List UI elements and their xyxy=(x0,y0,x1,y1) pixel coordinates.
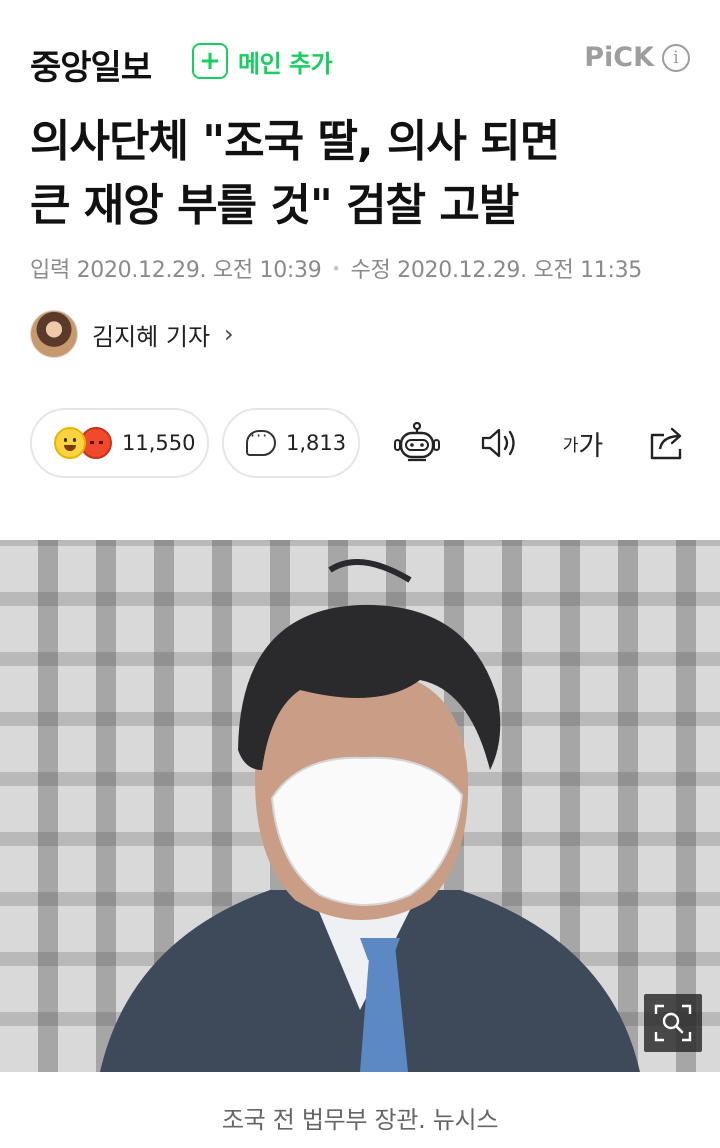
top-bar: 중앙일보 + 메인 추가 PiCK i xyxy=(0,0,720,110)
input-label: 입력 xyxy=(30,258,70,283)
font-size-small: 가 xyxy=(562,435,579,456)
reporter-avatar xyxy=(30,310,78,358)
add-main-label: 메인 추가 xyxy=(238,49,333,78)
input-date: 2020.12.29. 오전 10:39 xyxy=(76,258,322,283)
comment-button[interactable]: 1,813 xyxy=(222,408,360,478)
article-title-line-2: 큰 재앙 부를 것" 검찰 고발 xyxy=(30,180,519,231)
info-icon[interactable]: i xyxy=(662,43,690,72)
zoom-icon xyxy=(654,1004,692,1042)
comment-icon xyxy=(246,426,276,456)
zoom-button[interactable] xyxy=(644,994,702,1052)
modified-date: 2020.12.29. 오전 11:35 xyxy=(397,258,642,283)
share-icon xyxy=(650,427,682,460)
pick-label: PiCK xyxy=(584,42,654,73)
article-photo[interactable] xyxy=(0,540,720,1072)
reporter-link[interactable]: 김지혜 기자 › xyxy=(30,310,234,358)
plus-icon: + xyxy=(192,43,228,79)
article-actions: 11,550 1,813 가 가 xyxy=(30,408,690,478)
comment-count: 1,813 xyxy=(286,431,347,455)
share-button[interactable] xyxy=(646,420,690,466)
font-size-large: 가 xyxy=(578,430,604,462)
article-dates: 입력 2020.12.29. 오전 10:39 • 수정 2020.12.29.… xyxy=(30,252,642,284)
font-size-icon[interactable]: 가 가 xyxy=(558,420,608,466)
reporter-name: 김지혜 기자 xyxy=(92,322,211,351)
input-date-group: 입력 2020.12.29. 오전 10:39 xyxy=(30,252,322,284)
reaction-button[interactable]: 11,550 xyxy=(30,408,209,478)
reaction-count: 11,550 xyxy=(122,431,196,455)
modified-date-group: 수정 2020.12.29. 오전 11:35 xyxy=(350,252,643,284)
press-logo[interactable]: 중앙일보 xyxy=(30,40,152,89)
pick-badge[interactable]: PiCK i xyxy=(584,42,690,73)
smile-emoji-icon xyxy=(54,427,86,459)
article-title: 의사단체 "조국 딸, 의사 되면 큰 재앙 부를 것" 검찰 고발 xyxy=(30,110,690,238)
tts-button[interactable] xyxy=(478,420,522,466)
robot-icon xyxy=(394,422,440,462)
person-figure xyxy=(100,559,640,1072)
add-main-button[interactable]: + 메인 추가 xyxy=(192,43,333,79)
speaker-icon xyxy=(481,428,515,458)
modified-label: 수정 xyxy=(350,258,391,283)
photo-caption: 조국 전 법무부 장관. 뉴시스 xyxy=(221,1106,499,1134)
date-separator: • xyxy=(331,258,341,278)
chevron-right-icon: › xyxy=(224,320,234,348)
article-title-line-1: 의사단체 "조국 딸, 의사 되면 xyxy=(30,116,560,167)
summary-bot-button[interactable] xyxy=(392,420,442,466)
